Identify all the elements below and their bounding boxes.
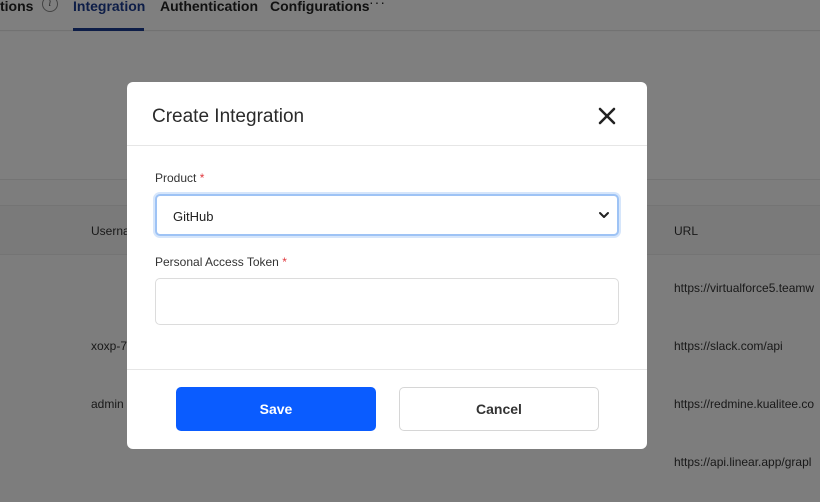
token-label-text: Personal Access Token [155, 255, 279, 269]
modal-title: Create Integration [152, 106, 305, 127]
modal-footer-divider [127, 369, 647, 370]
chevron-down-icon [599, 212, 609, 218]
create-integration-dialog: Create Integration Product * GitHub Pers… [127, 82, 647, 449]
save-button[interactable]: Save [176, 387, 376, 431]
token-label: Personal Access Token * [155, 255, 287, 269]
cancel-button[interactable]: Cancel [399, 387, 599, 431]
product-select-value: GitHub [173, 209, 214, 224]
close-button[interactable] [593, 102, 621, 130]
product-select[interactable]: GitHub [155, 194, 619, 236]
close-icon [598, 107, 616, 125]
required-indicator: * [282, 255, 287, 269]
required-indicator: * [199, 171, 205, 185]
personal-access-token-input[interactable] [155, 278, 619, 325]
product-label: Product * [155, 171, 204, 185]
modal-header: Create Integration [127, 82, 647, 146]
product-label-text: Product [155, 171, 197, 185]
